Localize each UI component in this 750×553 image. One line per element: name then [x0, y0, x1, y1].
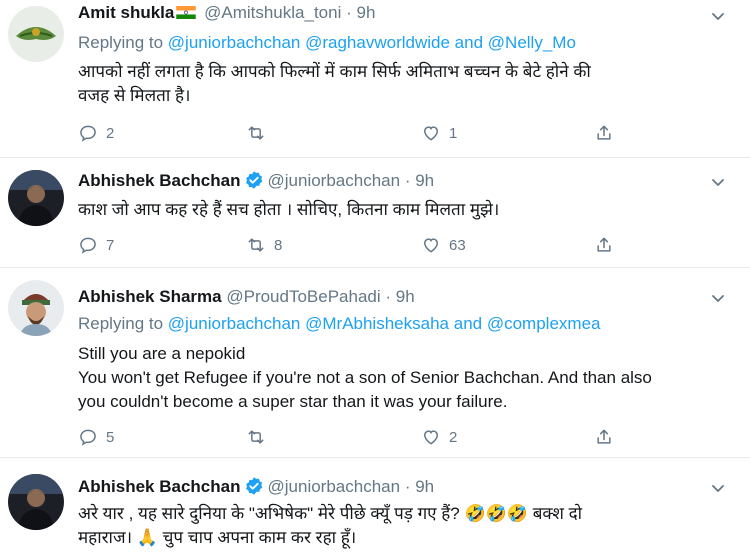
retweet-button[interactable] — [246, 426, 274, 448]
like-count: 1 — [449, 124, 458, 142]
tweet-1[interactable]: Amit shukla @Amitshukla_toni · 9h Replyi… — [0, 0, 750, 158]
chevron-down-icon[interactable] — [710, 290, 726, 306]
reply-icon — [78, 123, 98, 143]
retweet-icon — [246, 235, 266, 255]
replying-to: Replying to @juniorbachchan @raghavworld… — [78, 32, 576, 54]
share-button[interactable] — [594, 426, 614, 448]
mention-link[interactable]: @MrAbhisheksaha — [305, 314, 449, 333]
user-handle[interactable]: @juniorbachchan — [268, 477, 401, 496]
like-count: 63 — [449, 236, 466, 254]
chevron-down-icon[interactable] — [710, 174, 726, 190]
retweet-button[interactable]: 8 — [246, 234, 282, 256]
display-name[interactable]: Abhishek Bachchan — [78, 171, 241, 190]
retweet-icon — [246, 427, 266, 447]
reply-button[interactable]: 7 — [78, 234, 114, 256]
tweet-actions: 2 1 — [78, 122, 638, 144]
replying-to-label: Replying to — [78, 33, 164, 52]
heart-icon — [421, 427, 441, 447]
mention-link[interactable]: @juniorbachchan — [168, 314, 301, 333]
like-button[interactable]: 2 — [421, 426, 457, 448]
avatar[interactable] — [8, 6, 64, 62]
replying-to: Replying to @juniorbachchan @MrAbhisheks… — [78, 313, 600, 335]
mention-link[interactable]: @Nelly_Mo — [488, 33, 576, 52]
display-name[interactable]: Amit shukla — [78, 3, 174, 22]
tweet-text-line: वजह से मिलता है। — [78, 86, 191, 105]
tweet-text-line: महाराज। 🙏 चुप चाप अपना काम कर रहा हूँ। — [78, 528, 357, 547]
user-handle[interactable]: @juniorbachchan — [268, 171, 401, 190]
retweet-icon — [246, 123, 266, 143]
avatar[interactable] — [8, 280, 64, 336]
tweet-text-line: you couldn't become a super star than it… — [78, 392, 508, 411]
tweet-text: Still you are a nepokid You won't get Re… — [78, 342, 718, 414]
tweet-text: काश जो आप कह रहे हैं सच होता । सोचिए, कि… — [78, 198, 718, 222]
user-handle[interactable]: @ProudToBePahadi — [226, 287, 380, 306]
reply-button[interactable]: 2 — [78, 122, 114, 144]
tweet-3[interactable]: Abhishek Sharma @ProudToBePahadi · 9h Re… — [0, 268, 750, 458]
separator-dot: · — [404, 477, 411, 496]
tweet-text-line: Still you are a nepokid — [78, 344, 246, 363]
display-name[interactable]: Abhishek Sharma — [78, 287, 222, 306]
separator-dot: · — [385, 287, 392, 306]
timestamp[interactable]: 9h — [415, 477, 434, 496]
share-button[interactable] — [594, 122, 614, 144]
tweet-2[interactable]: Abhishek Bachchan @juniorbachchan · 9h का… — [0, 158, 750, 268]
tweet-text: आपको नहीं लगता है कि आपको फिल्मों में का… — [78, 60, 718, 108]
heart-icon — [421, 235, 441, 255]
verified-badge-icon — [244, 170, 264, 190]
reply-count: 5 — [106, 428, 115, 446]
like-button[interactable]: 1 — [421, 122, 457, 144]
replying-to-label: Replying to — [78, 314, 164, 333]
and-more-link[interactable]: and — [454, 314, 482, 333]
share-icon — [594, 123, 614, 143]
share-button[interactable] — [594, 234, 614, 256]
reply-icon — [78, 235, 98, 255]
reply-count: 2 — [106, 124, 115, 142]
chevron-down-icon[interactable] — [710, 480, 726, 496]
reply-icon — [78, 427, 98, 447]
like-count: 2 — [449, 428, 458, 446]
mention-link[interactable]: @raghavworldwide — [305, 33, 450, 52]
tweet-text-line: You won't get Refugee if you're not a so… — [78, 368, 652, 387]
timestamp[interactable]: 9h — [357, 3, 376, 22]
tweet-actions: 5 2 — [78, 426, 638, 448]
like-button[interactable]: 63 — [421, 234, 466, 256]
avatar[interactable] — [8, 474, 64, 530]
tweet-actions: 7 8 63 — [78, 234, 638, 256]
mention-link[interactable]: @juniorbachchan — [168, 33, 301, 52]
timestamp[interactable]: 9h — [396, 287, 415, 306]
retweet-button[interactable] — [246, 122, 274, 144]
share-icon — [594, 427, 614, 447]
tweet-text-line: काश जो आप कह रहे हैं सच होता । सोचिए, कि… — [78, 200, 500, 219]
separator-dot: · — [404, 171, 411, 190]
user-handle[interactable]: @Amitshukla_toni — [204, 3, 341, 22]
avatar[interactable] — [8, 170, 64, 226]
retweet-count: 8 — [274, 236, 283, 254]
separator-dot: · — [346, 3, 352, 22]
share-icon — [594, 235, 614, 255]
tweet-4[interactable]: Abhishek Bachchan @juniorbachchan · 9h अर… — [0, 458, 750, 553]
reply-button[interactable]: 5 — [78, 426, 114, 448]
heart-icon — [421, 123, 441, 143]
and-more-link[interactable]: and — [455, 33, 483, 52]
tweet-text-line: अरे यार , यह सारे दुनिया के "अभिषेक" मेर… — [78, 504, 583, 523]
tweet-text: अरे यार , यह सारे दुनिया के "अभिषेक" मेर… — [78, 502, 718, 550]
reply-count: 7 — [106, 236, 115, 254]
chevron-down-icon[interactable] — [710, 8, 726, 24]
verified-badge-icon — [244, 476, 264, 496]
timestamp[interactable]: 9h — [415, 171, 434, 190]
tweet-text-line: आपको नहीं लगता है कि आपको फिल्मों में का… — [78, 62, 591, 81]
india-flag-emoji — [176, 6, 197, 19]
mention-link[interactable]: @complexmea — [487, 314, 601, 333]
display-name[interactable]: Abhishek Bachchan — [78, 477, 241, 496]
